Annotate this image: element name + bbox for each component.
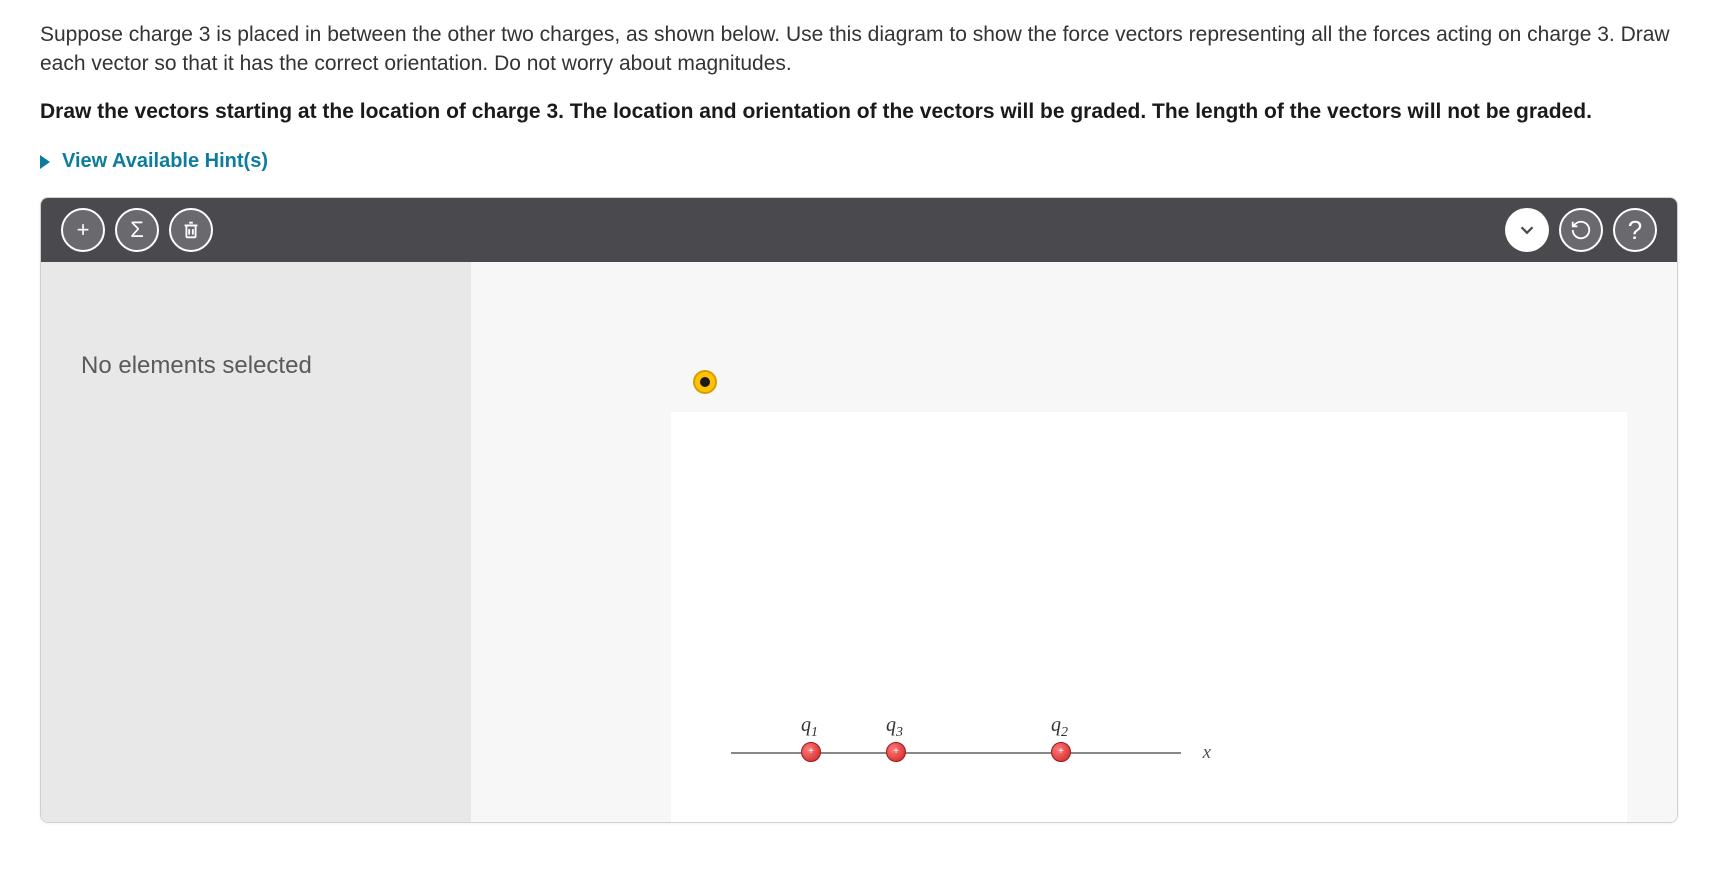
selection-status: No elements selected [81, 352, 431, 380]
chevron-down-icon [1516, 219, 1538, 241]
charge-label-q2: q2 [1051, 714, 1068, 741]
sigma-icon: Σ [130, 217, 144, 243]
delete-button[interactable] [169, 208, 213, 252]
target-dot-icon [700, 377, 710, 387]
x-axis-line [731, 752, 1181, 754]
plus-icon: + [77, 217, 90, 243]
caret-right-icon [40, 155, 50, 169]
view-hints-link[interactable]: View Available Hint(s) [40, 150, 1678, 173]
reset-button[interactable] [1559, 208, 1603, 252]
properties-sidebar: No elements selected [41, 262, 471, 822]
drawing-canvas[interactable]: q1 + q3 + q2 + x [471, 262, 1677, 822]
dropdown-button[interactable] [1505, 208, 1549, 252]
charge-diagram: q1 + q3 + q2 + x [731, 702, 1211, 782]
hints-label: View Available Hint(s) [62, 150, 268, 173]
toolbar: + Σ [41, 198, 1677, 262]
question-icon: ? [1628, 215, 1642, 246]
workspace: No elements selected q1 + q3 + q2 [41, 262, 1677, 822]
question-paragraph-2: Draw the vectors starting at the locatio… [40, 97, 1678, 126]
drawing-widget: + Σ [40, 197, 1678, 823]
help-button[interactable]: ? [1613, 208, 1657, 252]
axis-label-x: x [1203, 742, 1211, 764]
charge-label-q3: q3 [886, 714, 903, 741]
reset-icon [1570, 219, 1592, 241]
charge-label-q1: q1 [801, 714, 818, 741]
question-paragraph-1: Suppose charge 3 is placed in between th… [40, 20, 1678, 79]
target-marker[interactable] [693, 370, 717, 394]
sum-button[interactable]: Σ [115, 208, 159, 252]
charge-q1: + [801, 742, 821, 762]
add-vector-button[interactable]: + [61, 208, 105, 252]
charge-q3: + [886, 742, 906, 762]
trash-icon [180, 219, 202, 241]
charge-q2: + [1051, 742, 1071, 762]
